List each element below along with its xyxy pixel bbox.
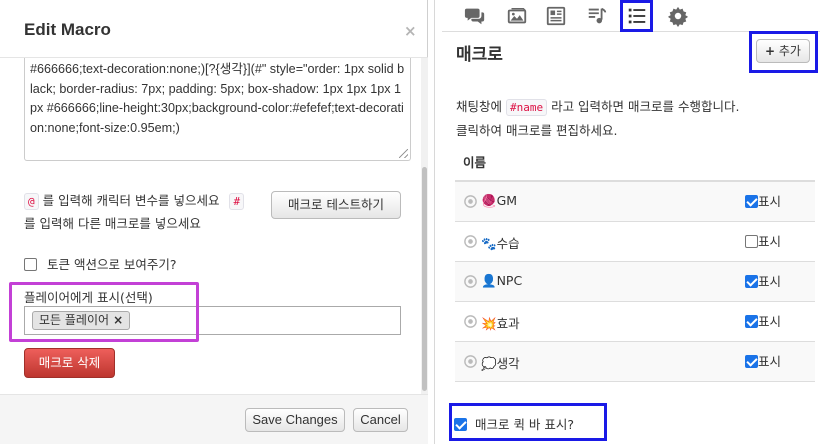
help-attributes-text: 를 입력해 캐릭터 변수를 넣으세요 xyxy=(38,193,220,208)
token-action-checkbox[interactable] xyxy=(24,258,37,271)
macro-emoji: 💭 xyxy=(481,356,497,371)
tab-chat[interactable] xyxy=(462,3,488,29)
show-label: 표시 xyxy=(758,274,782,289)
macro-name: 💭생각 xyxy=(481,353,520,372)
show-toggle[interactable]: 표시 xyxy=(745,271,781,290)
chat-bubbles-icon xyxy=(464,8,485,25)
list-icon xyxy=(628,8,646,24)
desc-before: 채팅창에 xyxy=(456,99,506,114)
show-toggle[interactable]: 표시 xyxy=(745,231,781,250)
table-row[interactable]: 💭생각 표시 xyxy=(455,342,815,382)
macro-gear-icon xyxy=(464,315,477,328)
macro-name: 👤NPC xyxy=(481,273,522,289)
macro-name: 💥효과 xyxy=(481,313,520,332)
desc-after: 라고 입력하면 매크로를 수행합니다. xyxy=(547,99,740,114)
macro-emoji: 🐾 xyxy=(481,236,497,251)
delete-macro-button[interactable]: 매크로 삭제 xyxy=(24,348,115,378)
show-checkbox[interactable] xyxy=(745,275,758,288)
macro-gear-icon xyxy=(464,355,477,368)
macro-name-text: 수습 xyxy=(496,236,520,251)
save-changes-button[interactable]: Save Changes xyxy=(245,408,345,432)
show-checkbox[interactable] xyxy=(745,315,758,328)
show-toggle[interactable]: 표시 xyxy=(745,351,781,370)
panel-divider xyxy=(434,0,435,444)
panel-description-line1: 채팅창에 #name 라고 입력하면 매크로를 수행합니다. xyxy=(456,96,739,116)
table-row[interactable]: 🧶GM 표시 xyxy=(455,182,815,222)
macro-emoji: 💥 xyxy=(481,316,497,331)
macro-emoji: 👤 xyxy=(481,273,497,288)
sidebar-tabbar xyxy=(442,0,820,32)
dialog-footer: Save Changes Cancel xyxy=(0,394,428,444)
macro-emoji: 🧶 xyxy=(481,193,497,208)
table-row[interactable]: 💥효과 표시 xyxy=(455,302,815,342)
macro-action-textarea[interactable]: #666666;text-decoration:none;)[?{생각}](#"… xyxy=(24,58,411,161)
macro-name-text: 생각 xyxy=(496,356,520,371)
show-label: 표시 xyxy=(758,354,782,369)
tab-art-library[interactable] xyxy=(504,3,530,29)
panel-title: 매크로 xyxy=(456,45,503,65)
close-icon[interactable]: × xyxy=(404,22,417,40)
token-action-label: 토큰 액션으로 보여주기? xyxy=(46,257,177,272)
dialog-body: #666666;text-decoration:none;)[?{생각}](#"… xyxy=(0,58,428,394)
macro-gear-icon xyxy=(464,275,477,288)
macro-gear-icon xyxy=(464,195,477,208)
gear-icon xyxy=(667,6,689,27)
highlight-add-box xyxy=(749,31,818,73)
show-toggle[interactable]: 표시 xyxy=(745,191,781,210)
panel-description-line2: 클릭하여 매크로를 편집하세요. xyxy=(456,123,618,138)
macro-action-text: #666666;text-decoration:none;)[?{생각}](#"… xyxy=(30,62,405,136)
name-code: #name xyxy=(505,99,548,116)
show-checkbox[interactable] xyxy=(745,235,758,248)
dialog-header: Edit Macro × xyxy=(0,0,428,58)
edit-macro-dialog: Edit Macro × #666666;text-decoration:non… xyxy=(0,0,428,444)
macro-name-text: GM xyxy=(496,193,518,208)
macro-name: 🧶GM xyxy=(481,193,517,209)
highlight-viewers-box xyxy=(9,282,199,342)
help-macros-text: 를 입력해 다른 매크로를 넣으세요 xyxy=(24,216,201,231)
resize-grip-icon[interactable] xyxy=(399,149,408,158)
help-line-attributes: @ 를 입력해 캐릭터 변수를 넣으세요 # xyxy=(24,190,245,210)
macro-table: 이름 🧶GM 표시 🐾수습 표시 👤NPC 표시 💥효과 표시 💭생각 표시 xyxy=(455,148,815,382)
macro-name-text: NPC xyxy=(496,273,523,288)
show-checkbox[interactable] xyxy=(745,195,758,208)
test-macro-button[interactable]: 매크로 테스트하기 xyxy=(271,191,401,219)
tab-journal[interactable] xyxy=(543,3,569,29)
show-checkbox[interactable] xyxy=(745,355,758,368)
macro-gear-icon xyxy=(464,235,477,248)
tab-jukebox[interactable] xyxy=(584,3,610,29)
cancel-button[interactable]: Cancel xyxy=(353,408,408,432)
music-playlist-icon xyxy=(588,7,607,24)
table-header-name: 이름 xyxy=(455,148,815,182)
tab-collection[interactable] xyxy=(620,0,653,32)
token-action-row[interactable]: 토큰 액션으로 보여주기? xyxy=(24,254,177,273)
image-gallery-icon xyxy=(507,7,527,24)
panel-gutter xyxy=(428,0,442,444)
show-toggle[interactable]: 표시 xyxy=(745,311,781,330)
table-row[interactable]: 👤NPC 표시 xyxy=(455,262,815,302)
show-label: 표시 xyxy=(758,314,782,329)
dialog-scrollbar-thumb[interactable] xyxy=(422,167,427,391)
highlight-quickbar-box xyxy=(449,403,607,441)
show-label: 표시 xyxy=(758,234,782,249)
macro-name: 🐾수습 xyxy=(481,233,520,252)
table-row[interactable]: 🐾수습 표시 xyxy=(455,222,815,262)
dialog-title: Edit Macro xyxy=(24,20,111,39)
at-symbol-code: @ xyxy=(24,193,39,210)
journal-icon xyxy=(546,6,566,26)
show-label: 표시 xyxy=(758,194,782,209)
macro-name-text: 효과 xyxy=(496,316,520,331)
hash-symbol-code: # xyxy=(229,193,245,210)
macro-rows: 🧶GM 표시 🐾수습 표시 👤NPC 표시 💥효과 표시 💭생각 표시 xyxy=(455,182,815,382)
tab-settings[interactable] xyxy=(665,3,691,29)
